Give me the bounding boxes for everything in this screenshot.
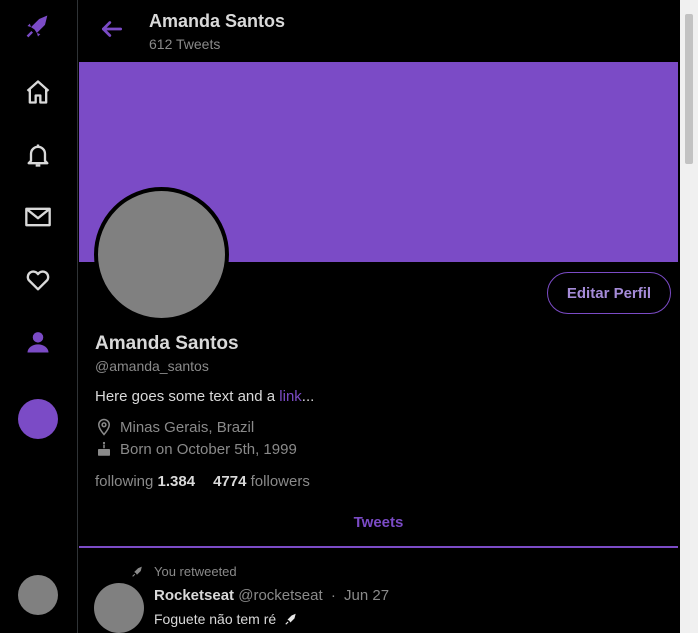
tweet-avatar[interactable] bbox=[94, 583, 144, 633]
profile-name: Amanda Santos bbox=[95, 333, 239, 354]
tweet-header: Rocketseat @rocketseat · Jun 27 bbox=[154, 587, 389, 604]
tweet-item[interactable]: You retweeted Rocketseat @rocketseat · J… bbox=[79, 550, 678, 633]
profile-birthday: Born on October 5th, 1999 bbox=[95, 440, 297, 458]
location-text: Minas Gerais, Brazil bbox=[120, 418, 255, 436]
profile-page: Amanda Santos 612 Tweets Editar Perfil A… bbox=[79, 0, 678, 633]
follow-stats: following 1.384 4774 followers bbox=[95, 473, 310, 490]
account-avatar[interactable] bbox=[18, 575, 58, 615]
profile-handle: @amanda_santos bbox=[95, 358, 209, 374]
scrollbar-thumb[interactable] bbox=[685, 14, 693, 164]
profile-avatar[interactable] bbox=[94, 187, 229, 322]
rocket-icon[interactable] bbox=[22, 10, 54, 42]
cake-icon bbox=[98, 441, 110, 456]
heart-icon[interactable] bbox=[22, 264, 54, 296]
profile-tabs: Tweets bbox=[79, 500, 678, 548]
profile-location: Minas Gerais, Brazil bbox=[95, 418, 254, 436]
sidebar bbox=[0, 0, 78, 633]
bio-text: Here goes some text and a bbox=[95, 388, 280, 405]
birthday-text: Born on October 5th, 1999 bbox=[120, 440, 297, 458]
edit-profile-button[interactable]: Editar Perfil bbox=[547, 272, 671, 314]
mail-icon[interactable] bbox=[22, 201, 54, 233]
rocket-icon bbox=[285, 613, 296, 625]
header-title: Amanda Santos bbox=[149, 11, 286, 31]
rocket-icon bbox=[132, 566, 142, 577]
tweet-text: Foguete não tem ré bbox=[154, 611, 298, 627]
location-pin-icon bbox=[97, 418, 111, 436]
user-icon[interactable] bbox=[22, 326, 54, 358]
profile-header: Amanda Santos 612 Tweets bbox=[79, 0, 678, 62]
bio-link[interactable]: link bbox=[279, 388, 302, 405]
retweet-label: You retweeted bbox=[154, 564, 237, 579]
profile-bio: Here goes some text and a link... bbox=[95, 388, 314, 405]
tweet-date[interactable]: Jun 27 bbox=[344, 587, 389, 604]
followers-link[interactable]: 4774 followers bbox=[213, 473, 310, 490]
following-link[interactable]: following 1.384 bbox=[95, 473, 195, 490]
bio-tail: ... bbox=[301, 388, 315, 405]
bell-icon[interactable] bbox=[22, 139, 54, 171]
tweet-separator: · bbox=[330, 587, 336, 604]
header-tweet-count: 612 Tweets bbox=[149, 36, 221, 52]
tweet-author[interactable]: Rocketseat bbox=[154, 587, 234, 604]
home-icon[interactable] bbox=[22, 76, 54, 108]
retweet-indicator: You retweeted bbox=[131, 564, 237, 579]
tweet-handle: @rocketseat bbox=[238, 587, 323, 604]
arrow-left-icon[interactable] bbox=[99, 16, 125, 42]
tweet-compose-button[interactable] bbox=[18, 399, 58, 439]
tab-tweets[interactable]: Tweets bbox=[79, 514, 678, 531]
